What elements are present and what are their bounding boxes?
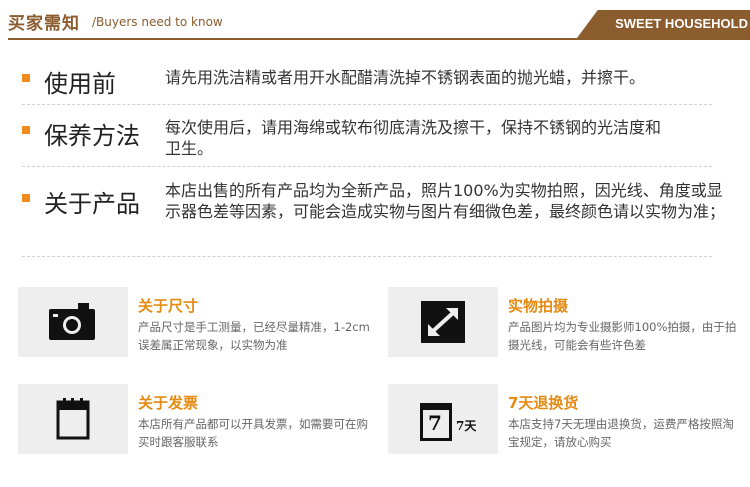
calendar-top <box>420 403 452 410</box>
card-text: 本店所有产品都可以开具发票，如需要可在购买时跟客服联系 <box>138 417 368 449</box>
card-title: 关于尺寸 <box>138 297 199 315</box>
notice-text: 请先用洗洁精或者用开水配醋清洗掉不锈钢表面的抛光蜡，并擦干。 <box>165 68 646 87</box>
expand-arrows-icon <box>421 301 465 343</box>
card-icon-box <box>18 384 128 454</box>
card-return: 7 7天 7天退换货 本店支持7天无理由退换货，运费严格按照淘宝规定，请放心购买 <box>388 384 734 454</box>
icon-number: 7 <box>428 411 442 435</box>
bullet-icon <box>22 74 30 82</box>
card-text: 产品尺寸是手工测量，已经尽量精准，1-2cm误差属正常现象，以实物为准 <box>138 320 370 352</box>
card-photo: 实物拍摄 产品图片均为专业摄影师100%拍摄，由于拍摄光线，可能会有些许色差 <box>388 287 736 357</box>
card-icon-box: 7 7天 <box>388 384 498 454</box>
card-icon-box <box>18 287 128 357</box>
camera-icon <box>49 303 95 340</box>
notice-text: 本店出售的所有产品均为全新产品，照片100%为实物拍照，因光线、角度或显示器色差… <box>165 181 726 221</box>
card-size: 关于尺寸 产品尺寸是手工测量，已经尽量精准，1-2cm误差属正常现象，以实物为准 <box>18 287 370 357</box>
header-divider <box>8 38 750 40</box>
notice-title: 关于产品 <box>44 190 140 218</box>
divider <box>22 104 712 105</box>
card-text: 产品图片均为专业摄影师100%拍摄，由于拍摄光线，可能会有些许色差 <box>508 320 737 352</box>
divider <box>22 256 712 257</box>
card-title: 实物拍摄 <box>508 297 569 315</box>
bullet-icon <box>22 126 30 134</box>
seven-day-icon: 7 <box>420 399 452 441</box>
brand-label: SWEET HOUSEHOLD <box>615 16 748 31</box>
icon-small-label: 7天 <box>456 419 477 433</box>
card-title: 7天退换货 <box>508 394 579 412</box>
card-title: 关于发票 <box>138 394 199 412</box>
card-text: 本店支持7天无理由退换货，运费严格按照淘宝规定，请放心购买 <box>508 417 734 449</box>
notice-text: 每次使用后，请用海绵或软布彻底清洗及擦干，保持不锈钢的光洁度和卫生。 <box>165 118 662 158</box>
notice-title: 保养方法 <box>44 122 140 150</box>
bullet-icon <box>22 194 30 202</box>
header-title: 买家需知 <box>8 14 80 34</box>
divider <box>22 166 712 167</box>
invoice-icon <box>56 398 90 440</box>
card-invoice: 关于发票 本店所有产品都可以开具发票，如需要可在购买时跟客服联系 <box>18 384 368 454</box>
header-bar: 买家需知 /Buyers need to know SWEET HOUSEHOL… <box>0 0 750 40</box>
notice-title: 使用前 <box>44 70 116 98</box>
card-icon-box <box>388 287 498 357</box>
header-subtitle: /Buyers need to know <box>92 15 223 29</box>
brand-tab: SWEET HOUSEHOLD <box>577 10 750 38</box>
